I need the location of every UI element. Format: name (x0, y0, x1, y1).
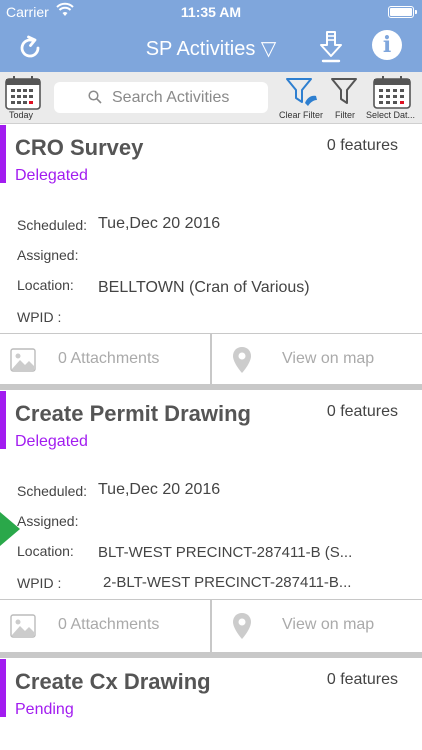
location-label: Location: (17, 543, 74, 559)
attachments-label: 0 Attachments (58, 616, 160, 633)
card-actions: 0 Attachments View on map (0, 333, 422, 386)
actions-divider (210, 334, 212, 386)
activity-title: Create Cx Drawing (15, 669, 211, 694)
select-date-label: Select Dat... (366, 110, 416, 120)
navigation-bar: SP Activities ▽ i (0, 24, 422, 72)
download-icon[interactable] (316, 30, 346, 66)
view-on-map-label: View on map (282, 616, 375, 633)
location-value: BLT-WEST PRECINCT-287411-B (S... (98, 544, 353, 561)
activities-dropdown-title[interactable]: SP Activities ▽ (100, 36, 322, 61)
wpid-value: 2-BLT-WEST PRECINCT-287411-B... (103, 574, 352, 591)
activity-title: CRO Survey (15, 135, 144, 160)
activity-status: Pending (15, 701, 74, 718)
card-separator (0, 384, 422, 390)
activity-title: Create Permit Drawing (15, 401, 251, 426)
status-color-bar (0, 659, 6, 717)
map-pin-icon (233, 613, 251, 639)
scheduled-value: Tue,Dec 20 2016 (98, 215, 221, 232)
wpid-label: WPID : (17, 575, 62, 591)
status-bar: Carrier 11:35 AM (0, 0, 422, 24)
card-actions: 0 Attachments View on map (0, 599, 422, 652)
info-icon[interactable]: i (372, 30, 402, 60)
search-icon (88, 90, 102, 104)
location-label: Location: (17, 277, 74, 293)
calendar-icon (373, 76, 411, 109)
features-count: 0 features (326, 137, 398, 154)
wpid-label: WPID : (17, 309, 62, 325)
today-label: Today (9, 110, 34, 120)
activity-card[interactable]: CRO Survey 0 features Delegated Schedule… (0, 125, 422, 386)
scheduled-value: Tue,Dec 20 2016 (98, 481, 221, 498)
clock: 11:35 AM (180, 4, 242, 20)
play-arrow-icon[interactable] (0, 512, 20, 546)
assigned-label: Assigned: (17, 513, 79, 529)
filter-label: Filter (335, 110, 355, 120)
status-color-bar (0, 125, 6, 183)
battery-icon (388, 6, 417, 18)
activity-card[interactable]: Create Permit Drawing 0 features Delegat… (0, 391, 422, 652)
activity-card[interactable]: Create Cx Drawing 0 features Pending (0, 659, 422, 750)
image-icon (10, 348, 36, 372)
card-separator (0, 652, 422, 658)
search-input[interactable]: Search Activities (54, 82, 268, 113)
location-value: BELLTOWN (Cran of Various) (98, 279, 310, 296)
clear-filter-icon (286, 78, 317, 106)
activity-status: Delegated (15, 433, 88, 450)
actions-divider (210, 600, 212, 652)
view-on-map-label: View on map (282, 350, 375, 367)
toolbar: Today Search Activities Clear Filter Fil… (0, 72, 422, 124)
attachments-label: 0 Attachments (58, 350, 160, 367)
status-color-bar (0, 391, 6, 449)
refresh-icon[interactable] (14, 32, 46, 64)
assigned-label: Assigned: (17, 247, 79, 263)
image-icon (10, 614, 36, 638)
features-count: 0 features (326, 671, 398, 688)
activity-status: Delegated (15, 167, 88, 184)
clear-filter-label: Clear Filter (279, 110, 324, 120)
filter-icon (331, 78, 357, 104)
features-count: 0 features (326, 403, 398, 420)
scheduled-label: Scheduled: (17, 217, 88, 233)
search-placeholder: Search Activities (112, 89, 230, 106)
map-pin-icon (233, 347, 251, 373)
scheduled-label: Scheduled: (17, 483, 88, 499)
